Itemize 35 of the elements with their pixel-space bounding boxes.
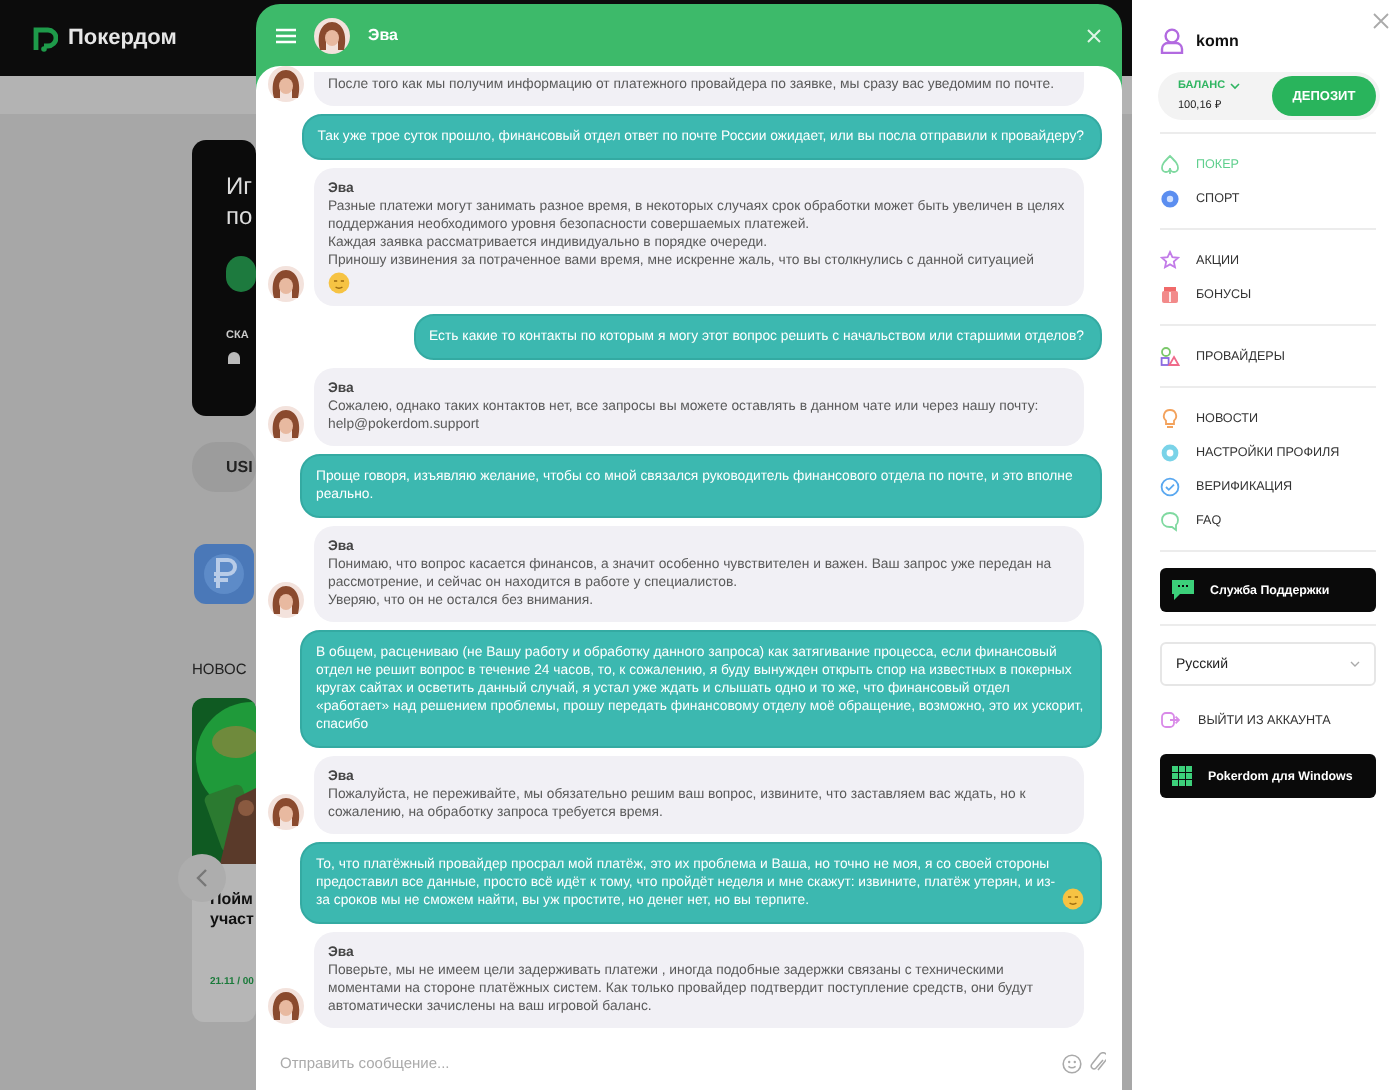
gift-icon	[1160, 283, 1180, 305]
ruble-icon	[194, 544, 254, 604]
shapes-icon	[1160, 345, 1180, 367]
avatar	[268, 406, 304, 442]
promo-title: Иг	[226, 172, 253, 202]
attach-icon[interactable]	[1090, 1052, 1106, 1074]
lightbulb-icon	[1160, 407, 1180, 429]
logo-text[interactable]: Покердом	[68, 26, 177, 50]
check-circle-icon	[1160, 475, 1180, 497]
chat-title: Эва	[368, 26, 400, 44]
grid-icon	[1172, 766, 1192, 786]
username: komn	[1196, 32, 1239, 50]
ball-icon	[1160, 187, 1180, 209]
logo-icon[interactable]	[32, 25, 58, 51]
avatar	[268, 794, 304, 830]
spade-icon	[1160, 153, 1180, 175]
avatar	[268, 988, 304, 1024]
chat-icon	[1172, 580, 1194, 600]
avatar	[268, 66, 304, 102]
promo-button[interactable]	[226, 256, 256, 292]
chevron-icon	[1229, 82, 1240, 90]
currency-pill[interactable]: USI	[192, 442, 256, 492]
news-title: участ	[208, 910, 256, 930]
emoji-button[interactable]	[1062, 1053, 1082, 1073]
avatar	[268, 266, 304, 302]
chat-bubble-icon	[1160, 509, 1180, 531]
logout-icon	[1160, 710, 1180, 730]
star-icon	[1160, 249, 1180, 271]
avatar	[314, 17, 350, 53]
promo-title: по	[226, 202, 253, 232]
user-icon	[1160, 28, 1184, 54]
close-icon[interactable]	[1372, 12, 1390, 30]
chevron-icon	[1350, 660, 1360, 668]
menu-icon[interactable]	[276, 27, 296, 43]
avatar	[268, 582, 304, 618]
